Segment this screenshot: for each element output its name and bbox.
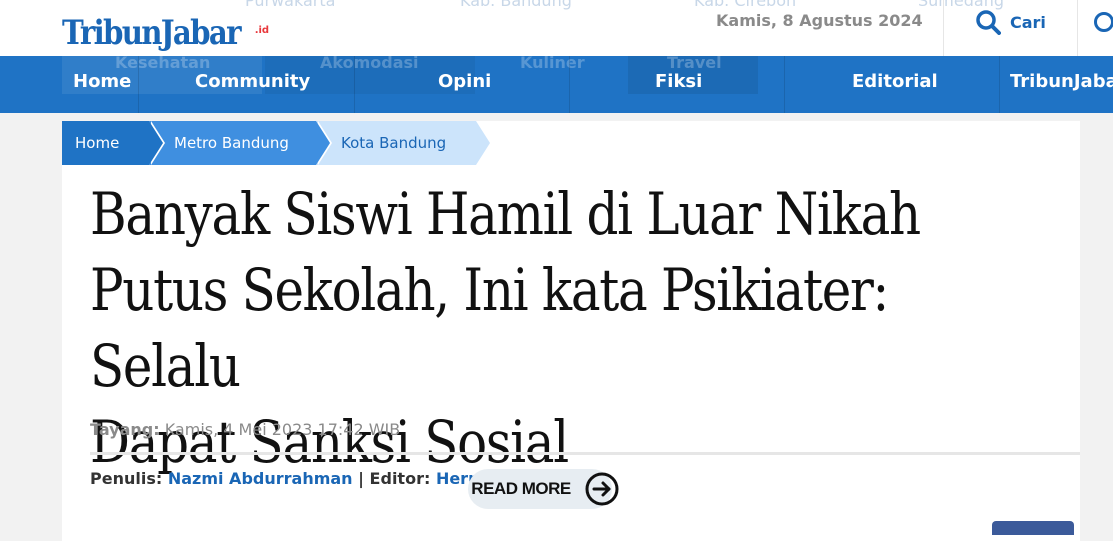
breadcrumb: Home Metro Bandung Kota Bandung [62,121,502,165]
nav-divider [354,56,355,113]
search-icon [976,10,1001,35]
current-date: Kamis, 8 Agustus 2024 [716,11,923,30]
nav-divider [999,56,1000,113]
editor-label: | Editor: [358,469,431,488]
divider [90,452,1080,455]
byline: Penulis: Nazmi Abdurrahman | Editor: Her… [90,469,533,488]
publish-date: Kamis, 4 Mei 2023 17:42 WIB [164,420,401,439]
nav-item-home[interactable]: Home [73,71,131,92]
writer-label: Penulis: [90,469,163,488]
nav-item-community[interactable]: Community [195,71,310,92]
faded-nav-item: Travel [667,56,722,72]
publish-label: Tayang: [90,420,160,439]
read-more-label: READ MORE [471,479,571,498]
search-label: Cari [1010,12,1046,32]
title-line: Banyak Siswi Hamil di Luar Nikah [90,180,921,248]
header-divider [943,0,944,56]
title-line: Putus Sekolah, Ini kata Psikiater: Selal… [90,256,889,400]
nav-item-opini[interactable]: Opini [438,71,491,92]
breadcrumb-kota-bandung[interactable]: Kota Bandung [341,121,446,165]
writer-link[interactable]: Nazmi Abdurrahman [168,469,353,488]
nav-divider [138,56,139,113]
breadcrumb-home[interactable]: Home [75,121,119,165]
read-more-button[interactable]: READ MORE [468,469,619,509]
nav-divider [569,56,570,113]
share-button[interactable] [992,521,1074,535]
breadcrumb-metro-bandung[interactable]: Metro Bandung [174,121,289,165]
arrow-right-circle-icon [585,472,619,506]
nav-item-fiksi[interactable]: Fiksi [655,71,702,92]
logo-suffix: .id [254,25,270,36]
top-header: Purwakarta Kab. Bandung Kab. Cirebon Sum… [0,0,1113,56]
faded-nav-item: Kuliner [520,56,585,72]
faded-menu-item: Kab. Bandung [460,0,572,10]
site-logo[interactable]: TribunJabar .id [62,0,269,50]
faded-nav-item: Kesehatan [115,56,211,72]
nav-divider [784,56,785,113]
menu-icon[interactable] [1094,12,1113,32]
title-line: Dapat Sanksi Sosial [90,408,569,476]
header-divider [1077,0,1078,56]
logo-text: TribunJabar [62,13,241,53]
publish-info: Tayang: Kamis, 4 Mei 2023 17:42 WIB [90,420,400,439]
main-navigation: Kesehatan Akomodasi Kuliner Travel Home … [0,56,1113,113]
search-button[interactable]: Cari [975,8,1046,36]
faded-nav-item: Akomodasi [320,56,419,72]
nav-item-editorial[interactable]: Editorial [852,71,938,92]
faded-menu-item: Kab. Cirebon [694,0,797,10]
nav-item-tribunjabar[interactable]: TribunJabar [1010,71,1113,92]
